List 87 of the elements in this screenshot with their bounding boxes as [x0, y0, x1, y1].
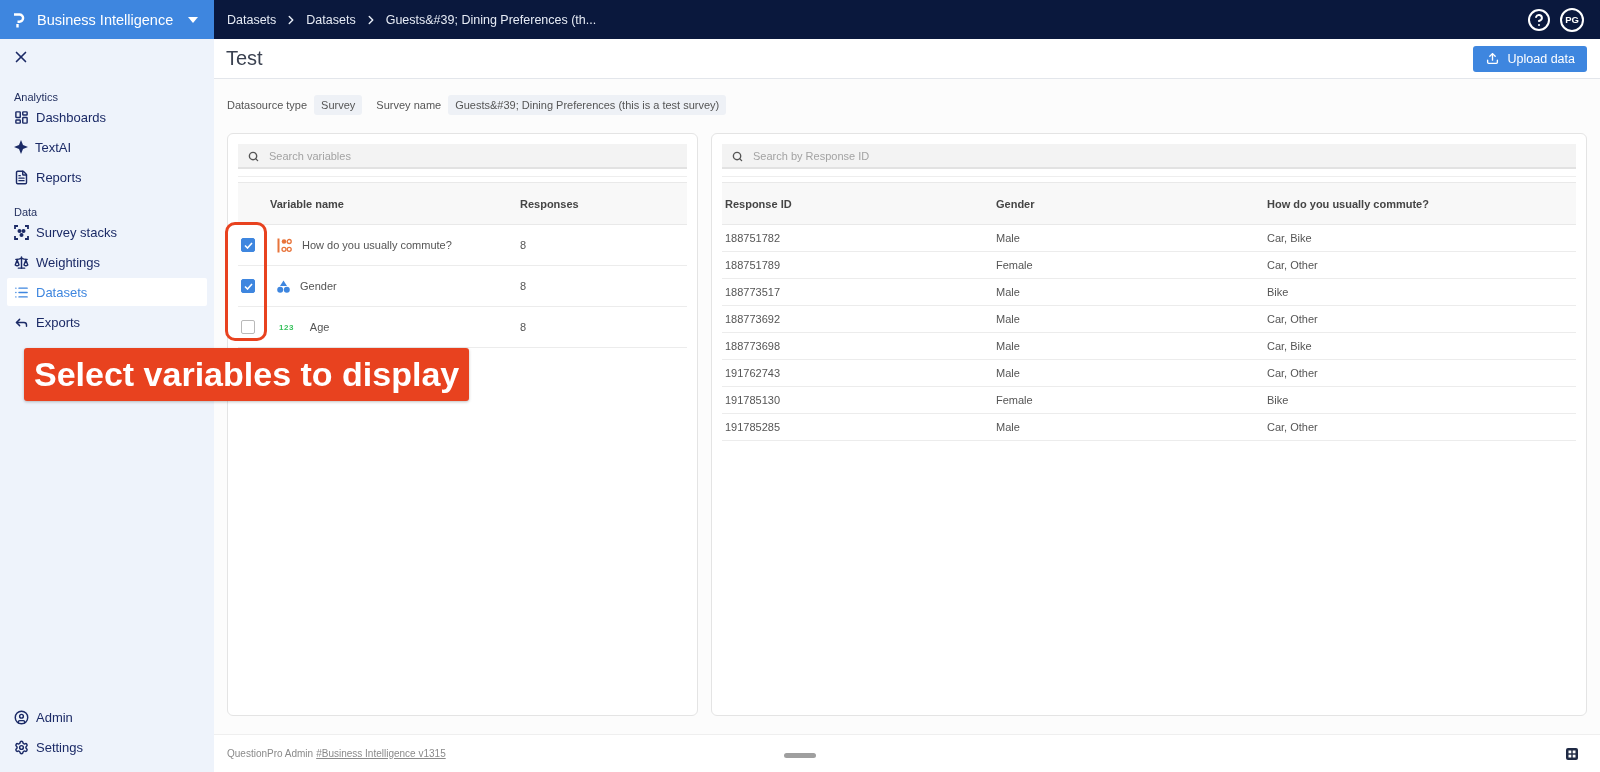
breadcrumb-link[interactable]: Guests&#39; Dining Preferences (th... [385, 12, 597, 27]
scan-frame-icon [14, 224, 29, 240]
table-cell: Female [996, 394, 1033, 406]
upload-icon [1485, 52, 1499, 65]
table-cell: Male [996, 367, 1020, 379]
settings-icon [14, 739, 29, 755]
table-cell: Male [996, 340, 1020, 352]
table-cell: Car, Other [1267, 421, 1318, 433]
search-icon [732, 151, 743, 162]
column-header: Gender [996, 197, 1035, 210]
user-circle-icon [14, 709, 29, 725]
section-title: Analytics [13, 91, 59, 103]
sidebar-item[interactable]: Survey stacks [7, 218, 207, 246]
breadcrumb-link[interactable]: Datasets [227, 12, 277, 27]
table-cell: Bike [1267, 394, 1289, 406]
search-field[interactable]: Search variables [238, 144, 687, 169]
table-cell: 188751782 [725, 232, 781, 244]
response-count: 8 [520, 280, 527, 292]
check-icon [243, 241, 253, 249]
table-cell: Car, Other [1267, 367, 1318, 379]
list-icon [14, 284, 29, 300]
search-field[interactable]: Search by Response ID [722, 144, 1576, 169]
sidebar-item[interactable]: Weightings [7, 248, 207, 276]
search-icon [248, 151, 259, 162]
variable-name: Age [309, 321, 330, 333]
sidebar-item[interactable]: Settings [7, 733, 207, 761]
response-count: 8 [520, 239, 527, 251]
column-header: Responses [520, 197, 579, 210]
column-header: Response ID [725, 197, 792, 210]
sidebar-item[interactable]: Exports [7, 308, 207, 336]
table-cell: 191785285 [725, 421, 781, 433]
variable-name: How do you usually commute? [302, 239, 452, 251]
column-header: How do you usually commute? [1267, 197, 1429, 210]
table-cell: Male [996, 421, 1020, 433]
dashboard-icon [14, 109, 29, 125]
upload-button[interactable]: Upload data [1472, 45, 1587, 72]
help-icon [1527, 7, 1551, 32]
table-cell: Male [996, 286, 1020, 298]
sidebar-item[interactable]: Reports [7, 163, 207, 191]
page-title: Test [226, 47, 263, 70]
table-cell: 188773517 [725, 286, 781, 298]
grid-icon[interactable] [1566, 747, 1578, 760]
table-cell: Car, Other [1267, 313, 1318, 325]
numeric-type-label: 123 [279, 322, 294, 332]
table-cell: 188773692 [725, 313, 781, 325]
table-cell: Car, Other [1267, 259, 1318, 271]
table-cell: Car, Bike [1267, 340, 1312, 352]
caret-down-icon [188, 16, 198, 23]
table-cell: Car, Bike [1267, 232, 1312, 244]
response-count: 8 [520, 321, 527, 333]
meta-label: Survey name [376, 99, 442, 111]
help-button[interactable] [1527, 7, 1551, 32]
footer-text: QuestionPro Admin [227, 748, 314, 759]
logo-icon [13, 11, 25, 28]
scale-icon [14, 254, 29, 270]
table-cell: Male [996, 232, 1020, 244]
meta-value: Survey [314, 95, 363, 115]
home-indicator [784, 753, 816, 758]
table-cell: 188773698 [725, 340, 781, 352]
table-cell: Female [996, 259, 1033, 271]
document-icon [14, 169, 29, 185]
sidebar-item[interactable]: TextAI [7, 133, 207, 161]
variable-name: Gender [300, 280, 337, 292]
meta-label: Datasource type [227, 99, 308, 111]
table-cell: 188751789 [725, 259, 781, 271]
shapes-icon [277, 279, 290, 293]
sparkle-icon [14, 140, 28, 154]
section-title: Data [13, 206, 38, 218]
sidebar-item[interactable]: Admin [7, 703, 207, 731]
check-icon [243, 282, 253, 290]
user-avatar[interactable]: PG [1560, 7, 1584, 32]
sidebar-item[interactable]: Dashboards [7, 103, 207, 131]
version-link[interactable]: #Business Intelligence v1315 [316, 748, 446, 759]
meta-value: Guests&#39; Dining Preferences (this is a test survey) [448, 95, 727, 115]
brand-dropdown[interactable]: Business Intelligence [37, 11, 198, 28]
breadcrumb-link[interactable]: Datasets [306, 12, 356, 27]
table-cell: Bike [1267, 286, 1289, 298]
table-cell: Male [996, 313, 1020, 325]
column-header: Variable name [270, 197, 344, 210]
sidebar-item[interactable]: Datasets [7, 278, 207, 306]
options-icon [277, 237, 292, 253]
table-cell: 191762743 [725, 367, 781, 379]
table-cell: 191785130 [725, 394, 781, 406]
checkbox[interactable] [241, 279, 255, 293]
checkbox[interactable] [241, 320, 255, 334]
checkbox[interactable] [241, 238, 255, 252]
annotation-callout: Select variables to display [24, 348, 470, 401]
